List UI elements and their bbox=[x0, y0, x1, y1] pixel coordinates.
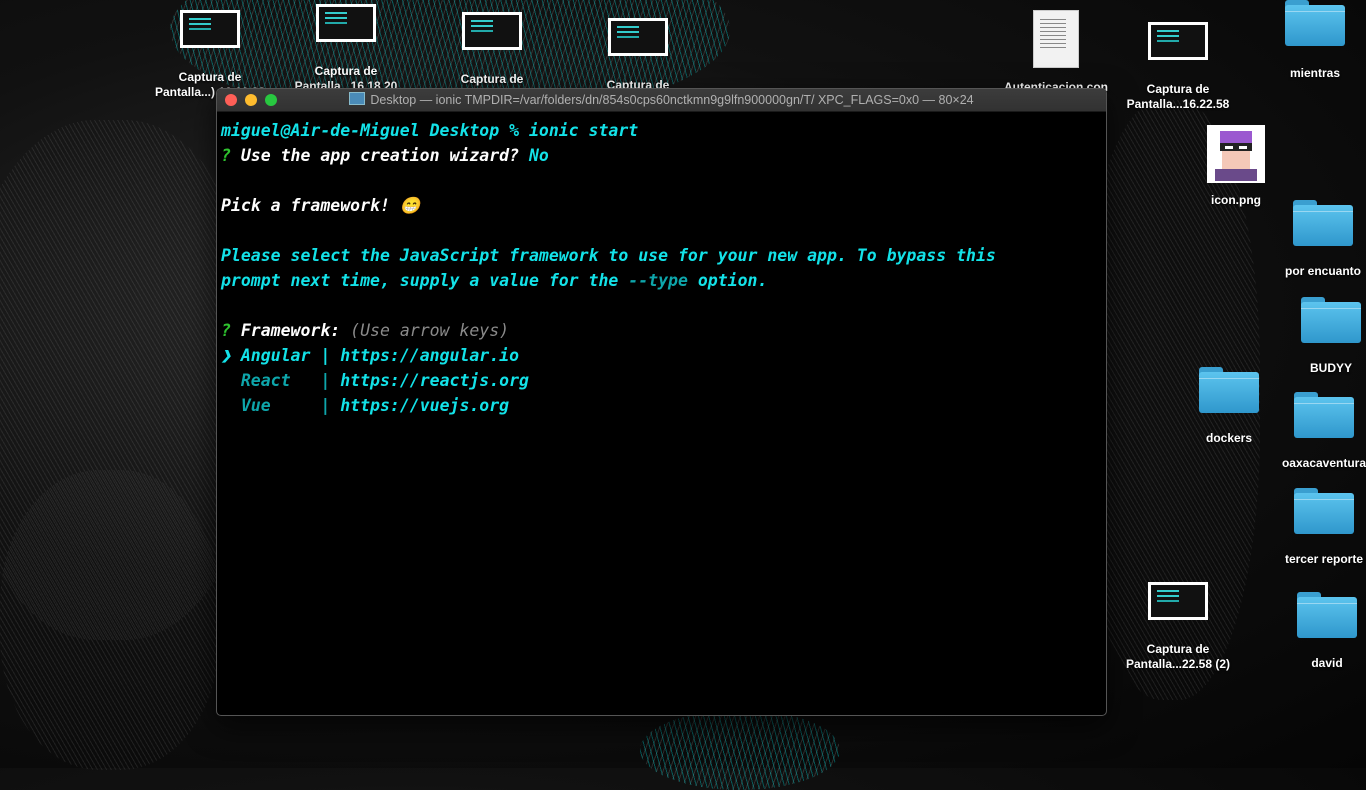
terminal-titlebar[interactable]: Desktop — ionic TMPDIR=/var/folders/dn/8… bbox=[217, 89, 1106, 112]
option-url: https://vuejs.org bbox=[340, 396, 510, 415]
desktop-icon-label: dockers bbox=[1205, 431, 1253, 445]
desktop-icon-screenshot-1[interactable]: Captura de Pantalla...) 16.16.32 bbox=[150, 10, 270, 100]
desktop-folder-oaxacaventura[interactable]: oaxacaventura bbox=[1274, 392, 1366, 471]
screenshot-thumbnail-icon bbox=[608, 18, 668, 56]
desktop-folder-david[interactable]: david bbox=[1274, 592, 1366, 671]
screenshot-thumbnail-icon bbox=[462, 12, 522, 50]
framework-option-angular[interactable]: ❯ Angular | https://angular.io bbox=[221, 343, 1102, 368]
command-line: miguel@Air-de-Miguel Desktop % ionic sta… bbox=[221, 121, 639, 140]
desktop-icon-screenshot-3[interactable]: Captura de bbox=[432, 12, 552, 87]
desktop-folder-dockers[interactable]: dockers bbox=[1176, 367, 1282, 446]
window-controls bbox=[225, 94, 277, 106]
framework-label: Framework: bbox=[240, 321, 341, 340]
type-flag: --type bbox=[628, 271, 688, 290]
desktop-icon-label: Captura de bbox=[460, 72, 524, 86]
terminal-output[interactable]: miguel@Air-de-Miguel Desktop % ionic sta… bbox=[217, 112, 1106, 424]
desktop-icon-label: Captura de Pantalla...22.58 (2) bbox=[1125, 642, 1231, 671]
option-name: Vue bbox=[240, 396, 311, 415]
folder-icon bbox=[1294, 488, 1354, 534]
desktop-icon-label: oaxacaventura bbox=[1281, 456, 1366, 470]
desktop-icon-label: Captura de Pantalla...16.22.58 bbox=[1126, 82, 1230, 111]
document-icon bbox=[1033, 10, 1079, 68]
question-mark: ? bbox=[221, 146, 231, 165]
desktop-folder-mientras[interactable]: mientras bbox=[1262, 0, 1366, 81]
option-separator: | bbox=[320, 371, 331, 390]
option-name: Angular bbox=[240, 346, 311, 365]
minimize-button[interactable] bbox=[245, 94, 257, 106]
folder-proxy-icon[interactable] bbox=[349, 92, 366, 105]
desktop-folder-tercer-reporte[interactable]: tercer reporte bbox=[1274, 488, 1366, 567]
folder-icon bbox=[1285, 0, 1345, 46]
desktop-folder-budyy[interactable]: BUDYY bbox=[1278, 297, 1366, 376]
close-button[interactable] bbox=[225, 94, 237, 106]
folder-icon bbox=[1199, 367, 1259, 413]
desktop-icon-screenshot-5[interactable]: Captura de Pantalla...16.22.58 bbox=[1118, 22, 1238, 112]
framework-hint: (Use arrow keys) bbox=[350, 321, 510, 340]
selection-pointer-icon: ❯ bbox=[221, 346, 231, 365]
terminal-window[interactable]: Desktop — ionic TMPDIR=/var/folders/dn/8… bbox=[216, 88, 1107, 716]
desktop-icon-png[interactable]: icon.png bbox=[1176, 125, 1296, 208]
desktop-icon-document[interactable]: Autenticacion con bbox=[996, 10, 1116, 95]
question-mark: ? bbox=[221, 321, 231, 340]
screenshot-thumbnail-icon bbox=[316, 4, 376, 42]
wizard-answer: No bbox=[528, 146, 549, 165]
desktop-icon-screenshot-2[interactable]: Captura de Pantalla...16.18.20 bbox=[286, 4, 406, 94]
folder-icon bbox=[1294, 392, 1354, 438]
window-title: Desktop — ionic TMPDIR=/var/folders/dn/8… bbox=[370, 93, 974, 107]
desktop-icon-label: tercer reporte bbox=[1284, 552, 1364, 566]
wizard-question: Use the app creation wizard? bbox=[240, 146, 520, 165]
pick-framework-heading: Pick a framework! 😁 bbox=[221, 196, 421, 215]
wizard-question-line: ? Use the app creation wizard? No bbox=[221, 143, 1102, 168]
option-url: https://angular.io bbox=[340, 346, 520, 365]
framework-option-react[interactable]: React | https://reactjs.org bbox=[221, 368, 1102, 393]
folder-icon bbox=[1293, 200, 1353, 246]
option-separator: | bbox=[320, 396, 331, 415]
desktop-icon-screenshot-4[interactable]: Captura de bbox=[578, 18, 698, 93]
info-text-line-1: Please select the JavaScript framework t… bbox=[221, 246, 996, 265]
desktop-icon-label: por encuanto bbox=[1284, 264, 1361, 278]
desktop-icon-label: BUDYY bbox=[1309, 361, 1352, 375]
avatar-image-icon bbox=[1207, 125, 1265, 183]
framework-prompt-line: ? Framework: (Use arrow keys) bbox=[221, 318, 1102, 343]
framework-option-vue[interactable]: Vue | https://vuejs.org bbox=[221, 393, 1102, 418]
option-url: https://reactjs.org bbox=[340, 371, 529, 390]
screenshot-thumbnail-icon bbox=[1148, 582, 1208, 620]
desktop-folder-por-encuanto[interactable]: por encuanto bbox=[1270, 200, 1366, 279]
option-separator: | bbox=[320, 346, 331, 365]
screenshot-thumbnail-icon bbox=[1148, 22, 1208, 60]
screenshot-thumbnail-icon bbox=[180, 10, 240, 48]
info-text-line-2: prompt next time, supply a value for the… bbox=[221, 271, 768, 290]
desktop-icon-label: david bbox=[1311, 656, 1343, 670]
zoom-button[interactable] bbox=[265, 94, 277, 106]
option-name: React bbox=[240, 371, 311, 390]
desktop-icon-screenshot-6[interactable]: Captura de Pantalla...22.58 (2) bbox=[1118, 582, 1238, 672]
folder-icon bbox=[1301, 297, 1361, 343]
desktop-icon-label: mientras bbox=[1289, 66, 1341, 80]
folder-icon bbox=[1297, 592, 1357, 638]
